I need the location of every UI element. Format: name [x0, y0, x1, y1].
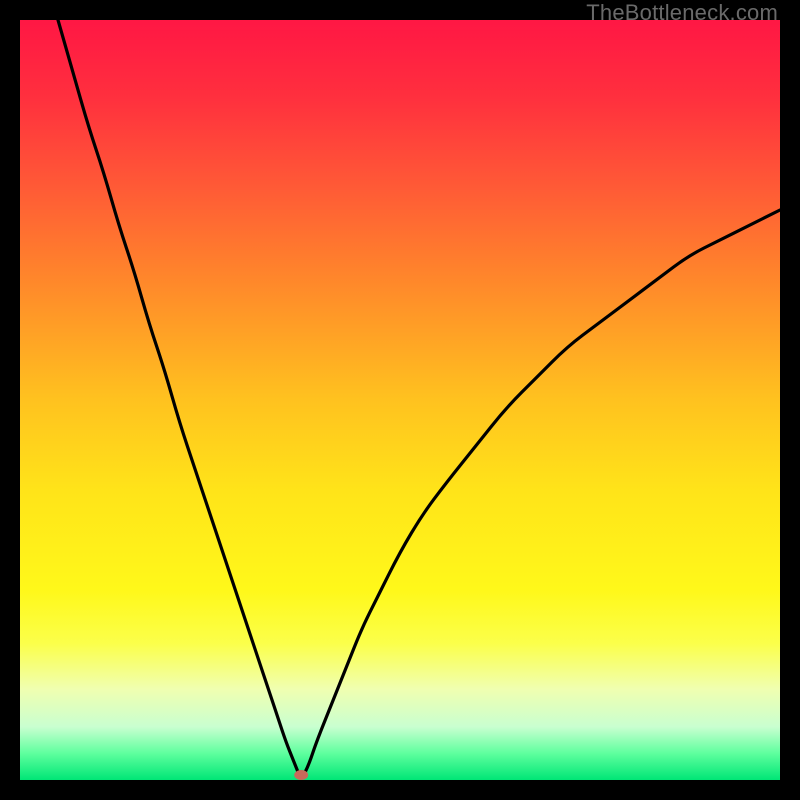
chart-frame [20, 20, 780, 780]
bottleneck-chart [20, 20, 780, 780]
minimum-marker [294, 770, 308, 780]
gradient-background [20, 20, 780, 780]
watermark-text: TheBottleneck.com [586, 0, 778, 26]
